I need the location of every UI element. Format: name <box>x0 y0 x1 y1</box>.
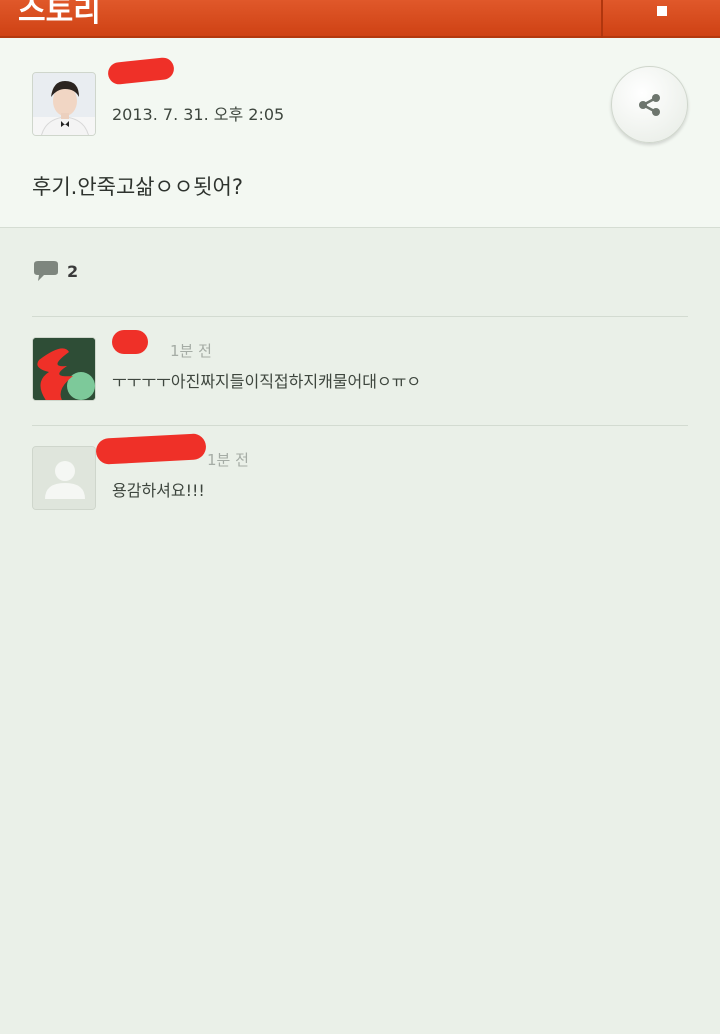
author-avatar[interactable] <box>32 72 96 136</box>
comment-text: ㅜㅜㅜㅜ아진짜지들이직접하지캐물어대ㅇㅠㅇ <box>112 372 422 391</box>
comment-bubble-icon <box>34 261 58 281</box>
post-content: 후기.안죽고삶ㅇㅇ됫어? <box>32 175 244 199</box>
share-icon <box>639 94 660 116</box>
redacted-commenter-name <box>95 433 207 465</box>
comment-time: 1분 전 <box>207 451 249 469</box>
redacted-commenter-name <box>112 330 148 354</box>
comment-time: 1분 전 <box>170 342 212 360</box>
commenter-avatar[interactable] <box>32 446 96 510</box>
comments-section: 2 1분 전 ㅜㅜㅜㅜ아진짜지들이직접하지캐물어대ㅇㅠㅇ 1분 전 용감하셔요!… <box>0 228 720 1034</box>
comment-text: 용감하셔요!!! <box>112 481 205 500</box>
share-button[interactable] <box>611 66 688 143</box>
comment-item: 1분 전 ㅜㅜㅜㅜ아진짜지들이직접하지캐물어대ㅇㅠㅇ <box>0 317 720 425</box>
redacted-avatar-photo <box>33 338 95 400</box>
profile-photo <box>33 73 95 135</box>
default-user-icon <box>33 447 95 509</box>
commenter-avatar[interactable] <box>32 337 96 401</box>
comment-item: 1분 전 용감하셔요!!! <box>0 426 720 534</box>
menu-button[interactable] <box>603 0 720 38</box>
post-date: 2013. 7. 31. 오후 2:05 <box>112 105 285 124</box>
story-post: 2013. 7. 31. 오후 2:05 후기.안죽고삶ㅇㅇ됫어? <box>0 38 720 228</box>
redacted-author-name <box>107 56 175 86</box>
comment-count: 2 <box>67 262 79 281</box>
app-title: 스토리 <box>18 0 101 29</box>
top-bar: 스토리 <box>0 0 720 38</box>
menu-icon <box>657 6 667 16</box>
